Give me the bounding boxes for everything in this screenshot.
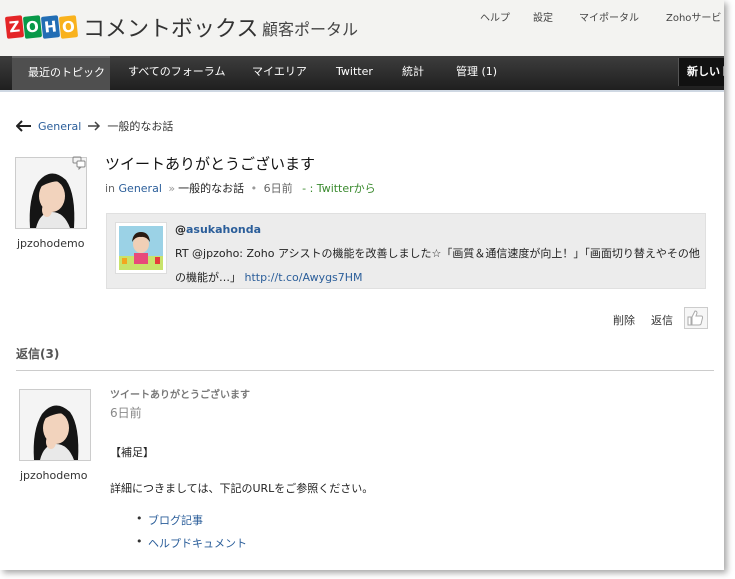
replies-divider bbox=[16, 370, 714, 371]
meta-source[interactable]: - : Twitterから bbox=[302, 182, 376, 195]
breadcrumb-current: 一般的なお話 bbox=[107, 120, 174, 133]
top-header: ZOHO コメントボックス 顧客ポータル ヘルプ 設定 マイポータル Zohoサ… bbox=[0, 0, 724, 56]
portal-title: 顧客ポータル bbox=[262, 20, 359, 39]
embedded-tweet: @asukahonda RT @jpzoho: Zoho アシストの機能を改善し… bbox=[106, 213, 706, 289]
nav-stats[interactable]: 統計 bbox=[402, 56, 424, 90]
tweet-avatar[interactable] bbox=[115, 222, 167, 274]
nav-twitter[interactable]: Twitter bbox=[336, 56, 373, 90]
right-arrow-icon bbox=[88, 121, 101, 131]
nav-all-forums[interactable]: すべてのフォーラム bbox=[128, 56, 225, 90]
replies-heading: 返信(3) bbox=[16, 347, 60, 361]
tweet-user-link[interactable]: asukahonda bbox=[186, 223, 261, 236]
meta-bullet: • bbox=[250, 182, 258, 195]
tweet-text: RT @jpzoho: Zoho アシストの機能を改善しました☆「画質＆通信速度… bbox=[175, 242, 700, 290]
reply-title: ツイートありがとうございます bbox=[110, 390, 250, 401]
help-link[interactable]: ヘルプ bbox=[480, 9, 510, 24]
comments-icon bbox=[72, 156, 86, 170]
product-name: コメントボックス bbox=[83, 17, 259, 42]
breadcrumb: General 一般的なお話 bbox=[16, 118, 173, 134]
zoho-services-link[interactable]: Zohoサービ bbox=[666, 9, 721, 24]
tweet-url-link[interactable]: http://t.co/Awygs7HM bbox=[245, 271, 363, 284]
reply-line: 【補足】 bbox=[110, 446, 154, 459]
nav-recent-topics[interactable]: 最近のトピック bbox=[12, 56, 110, 90]
author-name[interactable]: jpzohodemo bbox=[17, 237, 84, 250]
reply-link-help-doc[interactable]: ヘルプドキュメント bbox=[136, 535, 247, 551]
my-portal-link[interactable]: マイポータル bbox=[579, 9, 639, 24]
meta-in: in bbox=[105, 182, 116, 195]
meta-separator: » bbox=[168, 182, 176, 195]
nav-admin[interactable]: 管理 (1) bbox=[456, 56, 497, 90]
main-nav: 最近のトピック すべてのフォーラム マイエリア Twitter 統計 管理 (1… bbox=[0, 56, 724, 90]
delete-button[interactable]: 削除 bbox=[613, 312, 635, 328]
reply-line: 詳細につきましては、下記のURLをご参照ください。 bbox=[110, 482, 374, 495]
reply-author-name[interactable]: jpzohodemo bbox=[20, 469, 87, 482]
reply-author-avatar[interactable] bbox=[19, 389, 91, 461]
reply-time: 6日前 bbox=[110, 406, 142, 420]
meta-subcategory-link[interactable]: 一般的なお話 bbox=[178, 182, 244, 195]
breadcrumb-forum-link[interactable]: General bbox=[38, 120, 81, 133]
zoho-logo-mark: ZOHO bbox=[4, 15, 79, 39]
nav-divider bbox=[0, 90, 724, 92]
browser-page: ZOHO コメントボックス 顧客ポータル ヘルプ 設定 マイポータル Zohoサ… bbox=[0, 0, 724, 570]
tweet-user: @asukahonda bbox=[175, 223, 261, 236]
back-arrow-icon[interactable] bbox=[16, 120, 32, 132]
nav-my-area[interactable]: マイエリア bbox=[252, 56, 307, 90]
reply-button[interactable]: 返信 bbox=[651, 312, 673, 328]
meta-time: 6日前 bbox=[263, 182, 293, 195]
new-topic-button[interactable]: 新しいト bbox=[678, 58, 724, 86]
like-button[interactable] bbox=[684, 307, 708, 329]
reply-link-blog-label[interactable]: ブログ記事 bbox=[148, 514, 203, 527]
thumbs-up-icon bbox=[687, 310, 704, 326]
tweet-at: @ bbox=[175, 223, 186, 236]
zoho-logo[interactable]: ZOHO コメントボックス bbox=[4, 14, 259, 42]
meta-category-link[interactable]: General bbox=[119, 182, 162, 195]
topic-meta: in General » 一般的なお話 • 6日前 - : Twitterから bbox=[105, 180, 376, 196]
topic-title: ツイートありがとうございます bbox=[105, 155, 316, 173]
settings-link[interactable]: 設定 bbox=[533, 9, 553, 24]
reply-link-help-doc-label[interactable]: ヘルプドキュメント bbox=[148, 537, 247, 550]
reply-link-blog[interactable]: ブログ記事 bbox=[136, 512, 203, 528]
